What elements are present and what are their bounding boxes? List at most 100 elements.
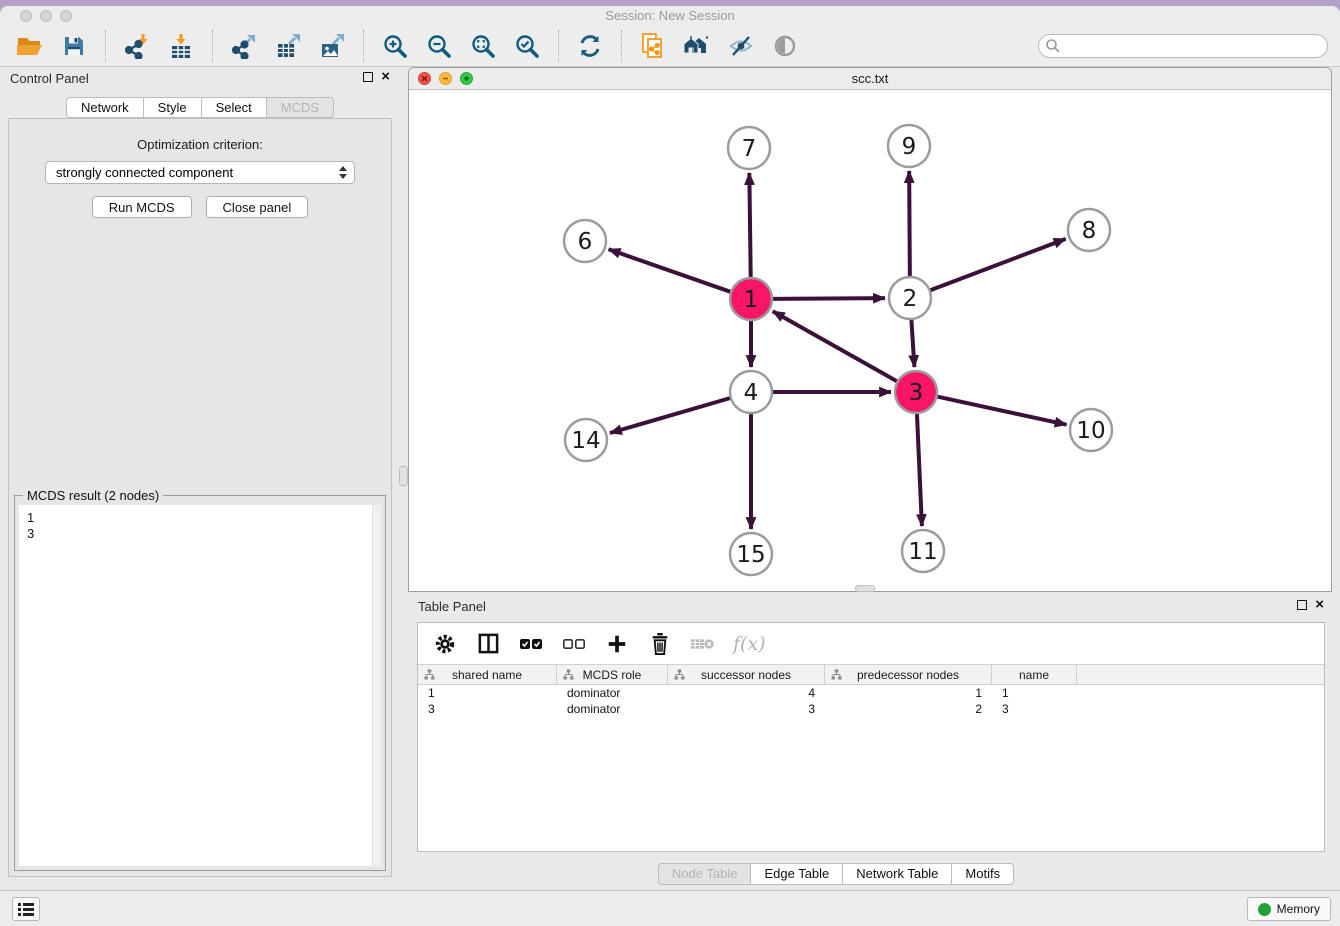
deselect-all-button[interactable] — [561, 630, 587, 658]
mcds-panel: Optimization criterion: strongly connect… — [8, 118, 392, 877]
tab-node-table[interactable]: Node Table — [658, 863, 751, 885]
zoom-out-button[interactable] — [421, 29, 457, 63]
toolbar-separator — [363, 30, 364, 62]
tab-edge-table[interactable]: Edge Table — [750, 863, 842, 885]
graph-node-label: 9 — [902, 134, 917, 160]
tab-select[interactable]: Select — [201, 97, 266, 118]
hide-selected-button[interactable] — [723, 29, 759, 63]
table-panel: Table Panel × — [408, 592, 1332, 890]
horizontal-splitter-handle[interactable] — [855, 585, 875, 592]
tab-style[interactable]: Style — [143, 97, 201, 118]
graph-node-label: 2 — [903, 286, 918, 312]
column-header-predecessor-nodes[interactable]: predecessor nodes — [825, 665, 992, 684]
save-session-button[interactable] — [56, 29, 92, 63]
tab-network-table[interactable]: Network Table — [842, 863, 951, 885]
control-panel-float-icon[interactable] — [363, 72, 373, 82]
network-minimize-button[interactable] — [439, 72, 452, 85]
graph-node-2[interactable]: 2 — [889, 277, 931, 319]
graph-edge-4-14[interactable] — [610, 398, 731, 433]
optimization-criterion-select[interactable]: strongly connected component — [45, 161, 355, 184]
search-input[interactable] — [1061, 36, 1327, 56]
control-panel: Control Panel × Network Style Select MCD… — [0, 67, 400, 890]
graph-edge-2-9[interactable] — [909, 171, 910, 277]
memory-button[interactable]: Memory — [1247, 897, 1331, 921]
network-view-window: scc.txt 7968124314101511 — [408, 67, 1332, 592]
graph-edge-3-1[interactable] — [773, 311, 898, 381]
graph-edge-1-7[interactable] — [749, 173, 750, 278]
column-header-label: shared name — [452, 668, 522, 682]
graph-node-11[interactable]: 11 — [902, 530, 944, 572]
export-network-button[interactable] — [226, 29, 262, 63]
table-panel-float-icon[interactable] — [1297, 600, 1307, 610]
zoom-fit-button[interactable] — [465, 29, 501, 63]
task-history-button[interactable] — [12, 897, 40, 921]
zoom-in-button[interactable] — [377, 29, 413, 63]
graph-edge-1-2[interactable] — [772, 298, 885, 299]
tab-motifs[interactable]: Motifs — [951, 863, 1014, 885]
table-cell: dominator — [557, 701, 668, 717]
column-header-mcds-role[interactable]: MCDS role — [557, 665, 668, 684]
table-body: 1dominator4113dominator323 — [418, 685, 1324, 717]
import-network-icon — [124, 33, 150, 59]
column-header-shared-name[interactable]: shared name — [418, 665, 557, 684]
graph-node-4[interactable]: 4 — [730, 371, 772, 413]
export-image-button[interactable] — [314, 29, 350, 63]
delete-column-button[interactable] — [647, 630, 673, 658]
graph-edge-2-8[interactable] — [930, 239, 1066, 291]
graph-edge-1-6[interactable] — [609, 249, 732, 292]
network-close-button[interactable] — [418, 72, 431, 85]
toolbar-separator — [212, 30, 213, 62]
network-canvas[interactable]: 7 9 6 8 1 2 4 3 14 10 15 11 — [409, 90, 1331, 592]
import-network-button[interactable] — [119, 29, 155, 63]
table-panel-close-icon[interactable]: × — [1315, 600, 1324, 610]
import-table-button[interactable] — [163, 29, 199, 63]
home-button[interactable] — [679, 29, 715, 63]
graph-edge-2-3[interactable] — [911, 319, 914, 367]
close-panel-button[interactable]: Close panel — [206, 196, 309, 218]
select-all-button[interactable] — [518, 630, 544, 658]
graph-node-10[interactable]: 10 — [1070, 409, 1112, 451]
graph-edge-3-11[interactable] — [917, 413, 922, 526]
tab-mcds[interactable]: MCDS — [266, 97, 334, 118]
search-box[interactable] — [1038, 34, 1328, 58]
vertical-splitter-handle[interactable] — [399, 466, 408, 486]
table-cell: 3 — [418, 701, 557, 717]
create-column-button[interactable] — [604, 630, 630, 658]
show-hidden-button[interactable] — [767, 29, 803, 63]
export-table-button[interactable] — [270, 29, 306, 63]
run-mcds-button[interactable]: Run MCDS — [92, 196, 192, 218]
zoom-selected-button[interactable] — [509, 29, 545, 63]
delete-table-button[interactable] — [690, 630, 716, 658]
network-zoom-button[interactable] — [460, 72, 473, 85]
table-row[interactable]: 1dominator411 — [418, 685, 1324, 701]
graph-node-14[interactable]: 14 — [565, 419, 607, 461]
graph-node-15[interactable]: 15 — [730, 533, 772, 575]
graph-node-7[interactable]: 7 — [728, 127, 770, 169]
tab-network[interactable]: Network — [66, 97, 143, 118]
zoom-out-icon — [426, 33, 452, 59]
table-row[interactable]: 3dominator323 — [418, 701, 1324, 717]
columns-icon — [477, 632, 500, 655]
column-header-successor-nodes[interactable]: successor nodes — [668, 665, 825, 684]
graph-node-3[interactable]: 3 — [895, 371, 937, 413]
control-panel-tabs: Network Style Select MCDS — [0, 97, 400, 118]
graph-node-6[interactable]: 6 — [564, 220, 606, 262]
column-header-name[interactable]: name — [992, 665, 1077, 684]
graph-node-9[interactable]: 9 — [888, 125, 930, 167]
memory-status-icon — [1258, 903, 1271, 916]
show-columns-button[interactable] — [475, 630, 501, 658]
table-settings-button[interactable] — [432, 630, 458, 658]
control-panel-close-icon[interactable]: × — [381, 72, 390, 82]
clone-network-button[interactable] — [635, 29, 671, 63]
mcds-result-textarea[interactable]: 1 3 — [19, 505, 381, 866]
result-scrollbar[interactable] — [372, 505, 381, 866]
refresh-layout-button[interactable] — [572, 29, 608, 63]
function-builder-button[interactable]: f(x) — [733, 633, 766, 655]
open-session-button[interactable] — [12, 29, 48, 63]
zoom-selected-icon — [514, 33, 540, 59]
optimization-criterion-value: strongly connected component — [56, 165, 233, 180]
hide-eye-icon — [728, 33, 754, 59]
graph-node-8[interactable]: 8 — [1068, 209, 1110, 251]
graph-edge-3-10[interactable] — [937, 396, 1067, 424]
graph-node-1[interactable]: 1 — [730, 278, 772, 320]
